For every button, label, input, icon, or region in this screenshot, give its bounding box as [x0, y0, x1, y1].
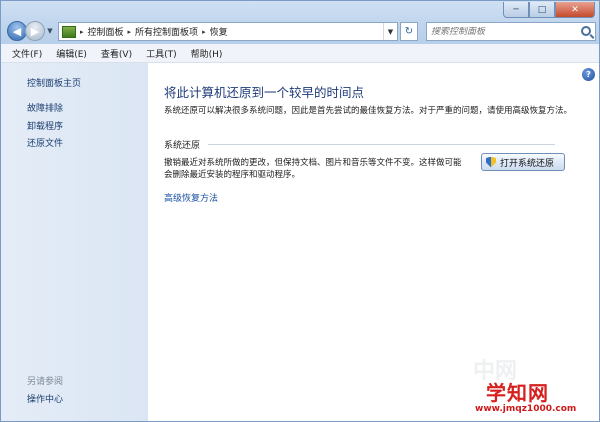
sidebar-item-home[interactable]: 控制面板主页 [27, 76, 81, 89]
breadcrumb-separator-icon: ▸ [202, 27, 206, 36]
watermark-url: www.jmqz1000.com [475, 404, 577, 414]
search-box [426, 22, 596, 41]
breadcrumb-separator-icon: ▸ [80, 27, 84, 36]
menu-edit[interactable]: 编辑(E) [56, 47, 87, 60]
address-bar[interactable]: ▸ 控制面板 ▸ 所有控制面板项 ▸ 恢复 ▼ [58, 22, 398, 41]
navigation-buttons: ◀ ▶ ▼ [7, 21, 55, 41]
sidebar: 控制面板主页 故障排除 卸载程序 还原文件 另请参阅 操作中心 [1, 63, 148, 421]
control-panel-window: ─ □ ✕ ◀ ▶ ▼ ▸ 控制面板 ▸ 所有控制面板项 ▸ 恢复 ▼ ↻ 文件… [0, 0, 600, 422]
address-dropdown-button[interactable]: ▼ [383, 23, 397, 40]
open-system-restore-label: 打开系统还原 [500, 158, 555, 169]
window-controls: ─ □ ✕ [503, 2, 595, 18]
sidebar-item-restore-files[interactable]: 还原文件 [27, 136, 63, 149]
breadcrumb-all-items[interactable]: 所有控制面板项 [135, 25, 198, 38]
menu-tools[interactable]: 工具(T) [146, 47, 177, 60]
back-arrow-icon: ◀ [12, 24, 22, 38]
menu-help[interactable]: 帮助(H) [191, 47, 223, 60]
forward-arrow-icon: ▶ [30, 24, 40, 38]
sidebar-item-action-center[interactable]: 操作中心 [27, 392, 63, 405]
recent-pages-dropdown[interactable]: ▼ [45, 21, 55, 41]
minimize-button[interactable]: ─ [503, 2, 529, 18]
menu-view[interactable]: 查看(V) [101, 47, 132, 60]
control-panel-icon [62, 25, 76, 38]
advanced-recovery-link[interactable]: 高级恢复方法 [164, 191, 218, 204]
search-input[interactable] [431, 26, 576, 37]
breadcrumb-recovery[interactable]: 恢复 [210, 25, 228, 38]
see-also-label: 另请参阅 [27, 377, 64, 387]
chevron-down-icon: ▼ [47, 27, 53, 35]
chevron-down-icon: ▼ [387, 27, 394, 36]
system-restore-description-line2: 会删除最近安装的程序和驱动程序。 [164, 170, 301, 180]
main-content: ? 将此计算机还原到一个较早的时间点 系统还原可以解决很多系统问题，因此是首先尝… [148, 63, 599, 421]
breadcrumb-control-panel[interactable]: 控制面板 [88, 25, 124, 38]
sidebar-item-troubleshooting[interactable]: 故障排除 [27, 101, 63, 114]
menu-bar: 文件(F) 编辑(E) 查看(V) 工具(T) 帮助(H) [1, 44, 599, 63]
section-divider [208, 144, 555, 145]
help-icon[interactable]: ? [582, 68, 595, 81]
title-bar: ─ □ ✕ ◀ ▶ ▼ ▸ 控制面板 ▸ 所有控制面板项 ▸ 恢复 ▼ ↻ [1, 1, 599, 44]
close-button[interactable]: ✕ [555, 2, 595, 18]
breadcrumb-separator-icon: ▸ [127, 27, 132, 36]
maximize-button[interactable]: □ [529, 2, 555, 18]
uac-shield-icon [486, 156, 496, 168]
refresh-icon: ↻ [404, 26, 414, 37]
sidebar-item-uninstall[interactable]: 卸载程序 [27, 119, 63, 132]
forward-button[interactable]: ▶ [25, 21, 45, 41]
open-system-restore-button[interactable]: 打开系统还原 [481, 153, 565, 171]
search-icon[interactable] [581, 26, 591, 36]
page-title: 将此计算机还原到一个较早的时间点 [164, 85, 365, 100]
menu-file[interactable]: 文件(F) [12, 47, 42, 60]
refresh-button[interactable]: ↻ [400, 22, 418, 41]
system-restore-description-line1: 撤销最近对系统所做的更改，但保持文档、图片和音乐等文件不变。这样做可能 [164, 158, 462, 168]
watermark-logo: 学知网 [486, 381, 549, 405]
system-restore-heading: 系统还原 [164, 141, 201, 151]
back-button[interactable]: ◀ [7, 21, 27, 41]
page-description: 系统还原可以解决很多系统问题，因此是首先尝试的最佳恢复方法。对于严重的问题，请使… [164, 106, 573, 116]
